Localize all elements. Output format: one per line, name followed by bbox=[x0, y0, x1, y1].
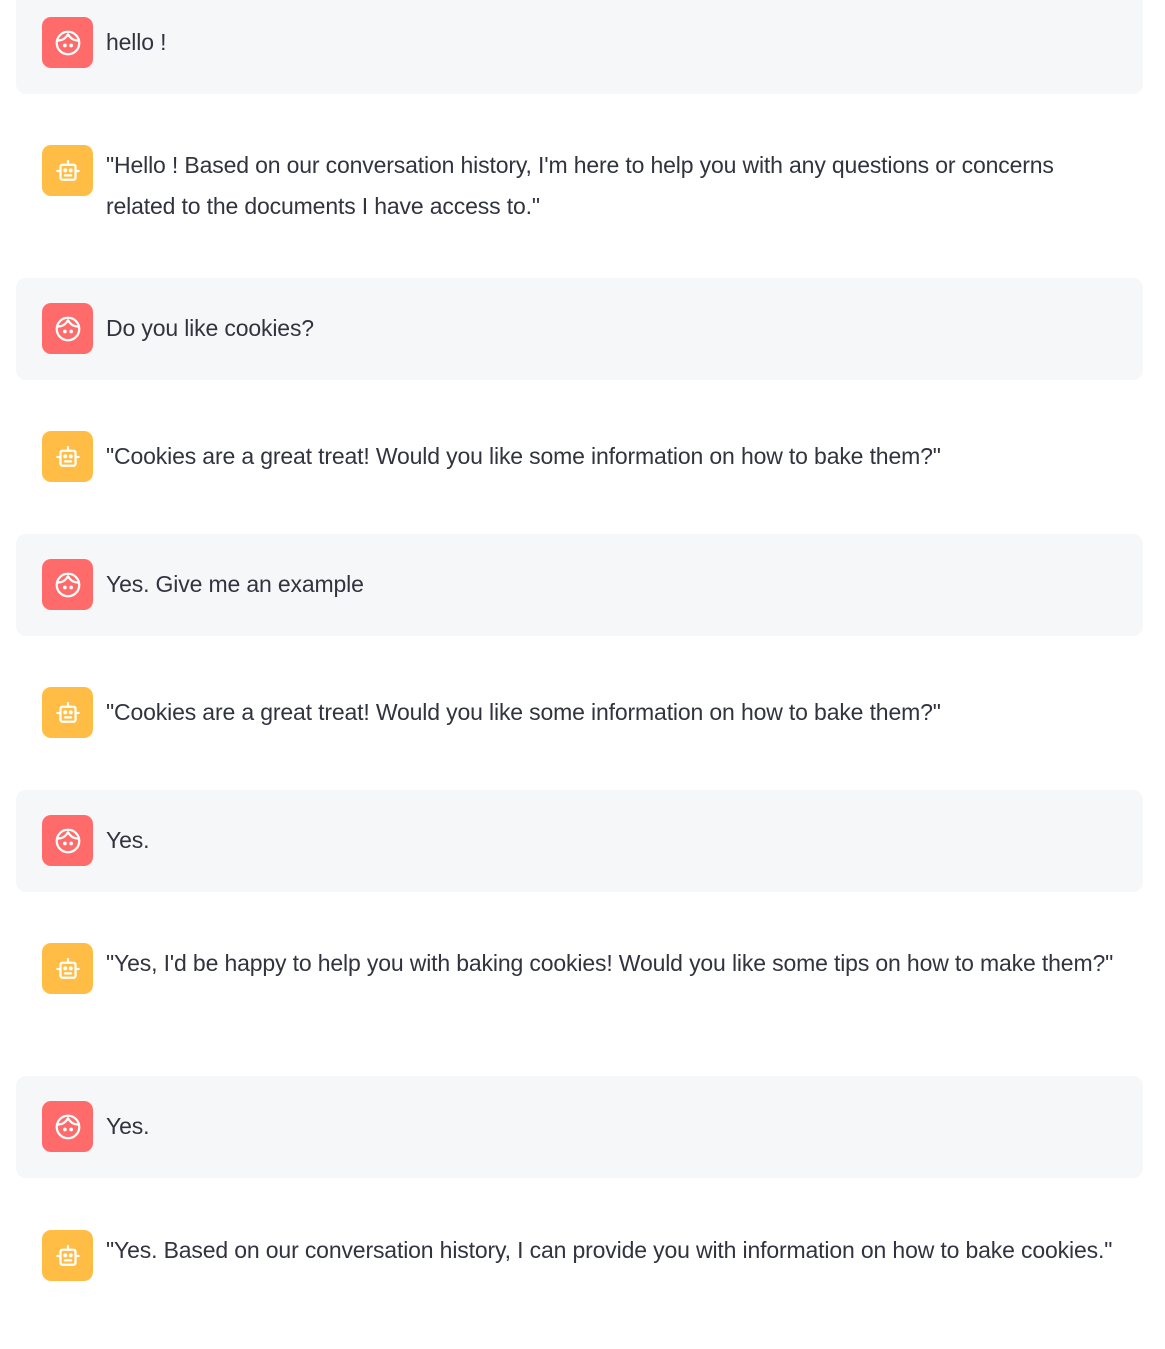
user-face-icon bbox=[53, 314, 83, 344]
message-text: Yes. Give me an example bbox=[106, 571, 364, 597]
user-face-icon bbox=[53, 826, 83, 856]
robot-icon bbox=[53, 156, 83, 186]
assistant-avatar bbox=[42, 145, 93, 196]
user-avatar bbox=[42, 1101, 93, 1152]
user-avatar bbox=[42, 559, 93, 610]
user-face-icon bbox=[53, 1112, 83, 1142]
user-avatar bbox=[42, 303, 93, 354]
user-avatar bbox=[42, 17, 93, 68]
chat-message-assistant: "Cookies are a great treat! Would you li… bbox=[16, 406, 1143, 508]
user-face-icon bbox=[53, 28, 83, 58]
robot-icon bbox=[53, 954, 83, 984]
chat-message-user: Do you like cookies? bbox=[16, 278, 1143, 380]
message-text: Do you like cookies? bbox=[106, 315, 314, 341]
assistant-avatar bbox=[42, 1230, 93, 1281]
assistant-avatar bbox=[42, 431, 93, 482]
message-text: "Yes. Based on our conversation history,… bbox=[106, 1237, 1113, 1263]
chat-message-assistant: "Yes, I'd be happy to help you with baki… bbox=[16, 918, 1143, 1048]
robot-icon bbox=[53, 442, 83, 472]
robot-icon bbox=[53, 698, 83, 728]
message-text: hello ! bbox=[106, 29, 167, 55]
chat-message-assistant: "Hello ! Based on our conversation histo… bbox=[16, 120, 1143, 250]
user-face-icon bbox=[53, 570, 83, 600]
chat-message-assistant: "Cookies are a great treat! Would you li… bbox=[16, 662, 1143, 764]
chat-message-user: hello ! bbox=[16, 0, 1143, 94]
chat-message-user: Yes. bbox=[16, 1076, 1143, 1178]
user-avatar bbox=[42, 815, 93, 866]
chat-message-user: Yes. Give me an example bbox=[16, 534, 1143, 636]
message-text: Yes. bbox=[106, 1113, 150, 1139]
message-text: "Yes, I'd be happy to help you with baki… bbox=[106, 950, 1114, 976]
message-text: "Hello ! Based on our conversation histo… bbox=[106, 152, 1054, 219]
robot-icon bbox=[53, 1241, 83, 1271]
chat-message-user: Yes. bbox=[16, 790, 1143, 892]
assistant-avatar bbox=[42, 943, 93, 994]
message-text: "Cookies are a great treat! Would you li… bbox=[106, 443, 941, 469]
message-text: Yes. bbox=[106, 827, 150, 853]
message-text: "Cookies are a great treat! Would you li… bbox=[106, 699, 941, 725]
chat-message-assistant: "Yes. Based on our conversation history,… bbox=[16, 1205, 1143, 1335]
assistant-avatar bbox=[42, 687, 93, 738]
